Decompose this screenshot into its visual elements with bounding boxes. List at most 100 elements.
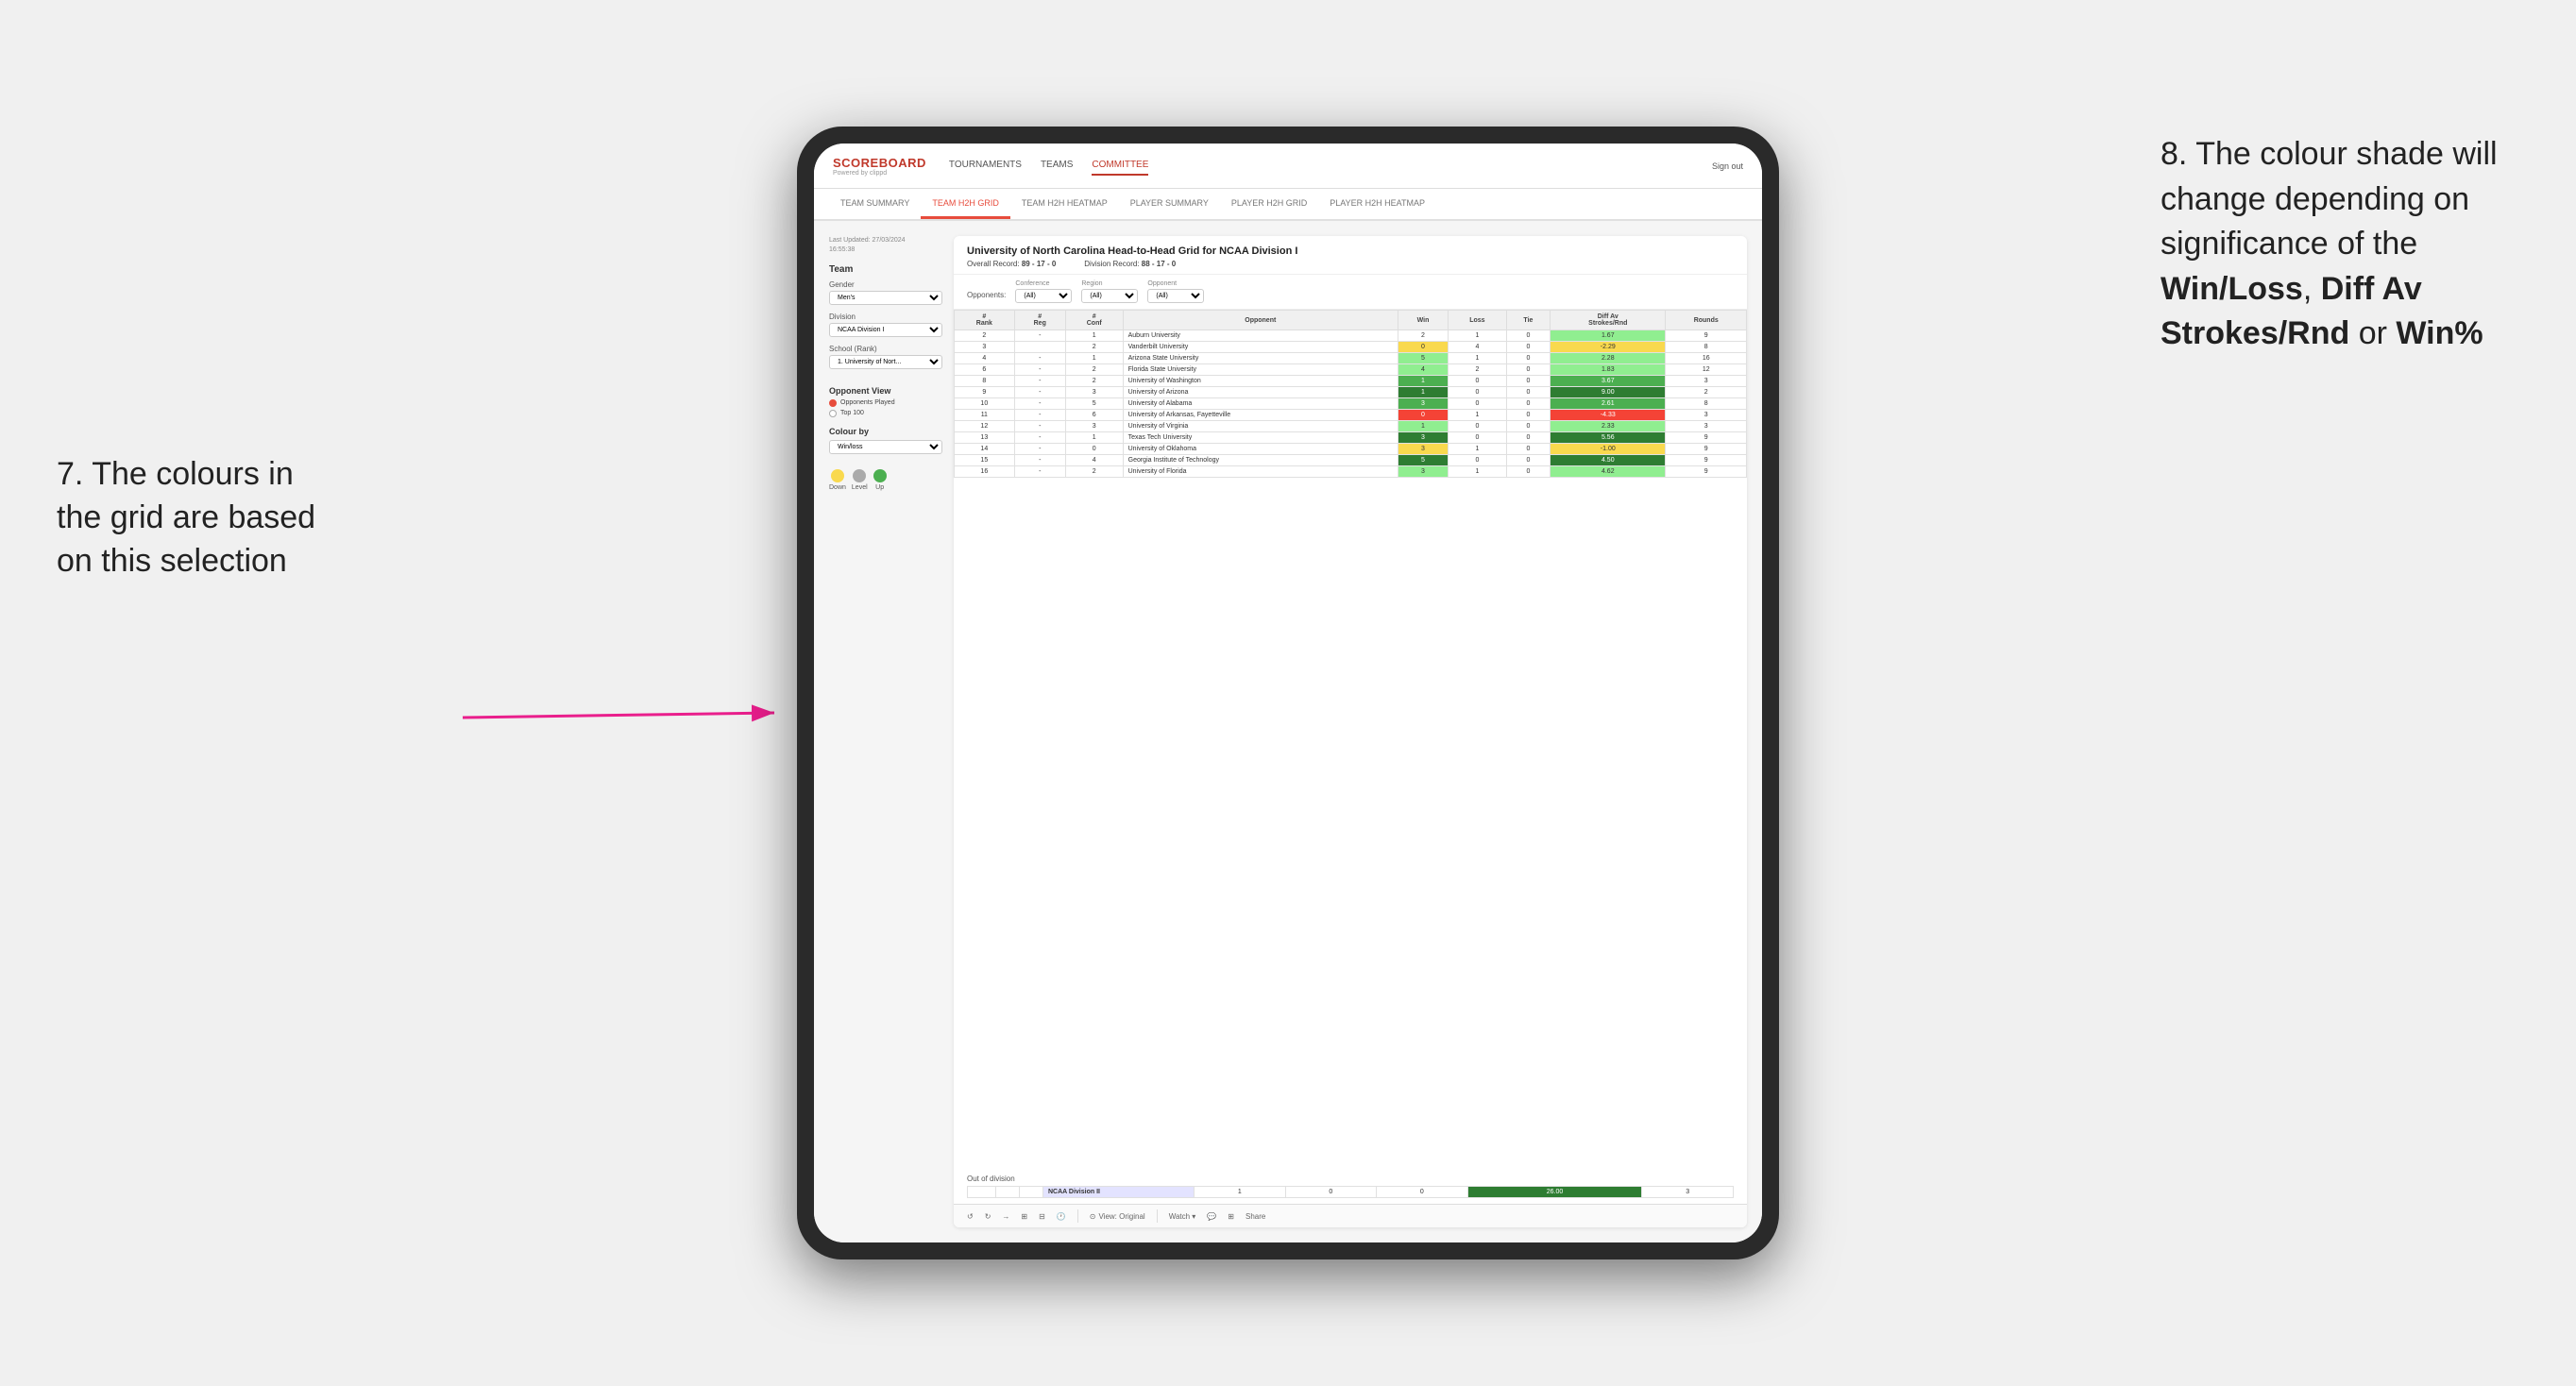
cell-win: 3 — [1398, 444, 1448, 455]
forward-button[interactable]: → — [1002, 1212, 1009, 1221]
comment-button[interactable]: 💬 — [1207, 1212, 1216, 1221]
cell-loss: 0 — [1449, 387, 1507, 398]
cell-reg: - — [1014, 444, 1065, 455]
od-rounds: 3 — [1642, 1187, 1734, 1198]
school-select[interactable]: 1. University of Nort... — [829, 355, 942, 369]
cell-rounds: 2 — [1666, 387, 1747, 398]
filter-conference-select[interactable]: (All) — [1015, 289, 1072, 303]
filter-region-label: Region — [1081, 280, 1138, 287]
cell-win: 5 — [1398, 353, 1448, 364]
cell-opponent: University of Oklahoma — [1123, 444, 1398, 455]
cell-rank: 2 — [955, 330, 1015, 342]
cell-win: 1 — [1398, 421, 1448, 432]
table-header-row: #Rank #Reg #Conf Opponent Win Loss Tie D… — [955, 311, 1747, 330]
cell-reg: - — [1014, 387, 1065, 398]
cell-conf: 3 — [1065, 387, 1123, 398]
logo-area: SCOREBOARD Powered by clippd — [833, 156, 926, 177]
cell-diff: 2.61 — [1551, 398, 1666, 410]
cell-diff: 2.33 — [1551, 421, 1666, 432]
cell-rounds: 8 — [1666, 398, 1747, 410]
cell-opponent: Auburn University — [1123, 330, 1398, 342]
cell-opponent: University of Washington — [1123, 376, 1398, 387]
cell-tie: 0 — [1506, 410, 1550, 421]
cell-tie: 0 — [1506, 387, 1550, 398]
sub-nav-player-h2h-heatmap[interactable]: PLAYER H2H HEATMAP — [1318, 189, 1436, 219]
cell-conf: 1 — [1065, 353, 1123, 364]
present-button[interactable]: ⊞ — [1228, 1212, 1234, 1221]
nav-item-teams[interactable]: TEAMS — [1041, 156, 1073, 176]
cell-win: 0 — [1398, 342, 1448, 353]
nav-item-committee[interactable]: COMMITTEE — [1092, 156, 1148, 176]
cell-rounds: 9 — [1666, 466, 1747, 478]
colour-by-select[interactable]: Win/loss — [829, 440, 942, 454]
cell-reg: - — [1014, 330, 1065, 342]
nav-item-tournaments[interactable]: TOURNAMENTS — [949, 156, 1022, 176]
cell-opponent: Georgia Institute of Technology — [1123, 455, 1398, 466]
gender-select[interactable]: Men's — [829, 291, 942, 305]
fit-button[interactable]: ⊟ — [1039, 1212, 1045, 1221]
filter-opponent-select[interactable]: (All) — [1147, 289, 1204, 303]
radio-dot-selected — [829, 399, 837, 407]
cell-win: 3 — [1398, 466, 1448, 478]
zoom-button[interactable]: ⊞ — [1021, 1212, 1027, 1221]
od-loss: 0 — [1285, 1187, 1377, 1198]
table-row: 14 - 0 University of Oklahoma 3 1 0 -1.0… — [955, 444, 1747, 455]
sub-nav-team-summary[interactable]: TEAM SUMMARY — [829, 189, 921, 219]
cell-conf: 0 — [1065, 444, 1123, 455]
cell-rank: 13 — [955, 432, 1015, 444]
cell-tie: 0 — [1506, 376, 1550, 387]
sidebar: Last Updated: 27/03/2024 16:55:38 Team G… — [829, 236, 942, 1227]
cell-rank: 4 — [955, 353, 1015, 364]
cell-opponent: University of Virginia — [1123, 421, 1398, 432]
sub-nav-team-h2h-grid[interactable]: TEAM H2H GRID — [921, 189, 1010, 219]
table-body: 2 - 1 Auburn University 2 1 0 1.67 9 3 2… — [955, 330, 1747, 478]
bottom-toolbar: ↺ ↻ → ⊞ ⊟ 🕐 ⊙ View: Original Watch ▾ 💬 ⊞ — [954, 1204, 1747, 1227]
share-button[interactable]: Share — [1246, 1212, 1265, 1221]
opponent-view-title: Opponent View — [829, 386, 942, 396]
cell-diff: -1.00 — [1551, 444, 1666, 455]
cell-diff: 4.62 — [1551, 466, 1666, 478]
cell-opponent: Vanderbilt University — [1123, 342, 1398, 353]
cell-loss: 0 — [1449, 432, 1507, 444]
grid-header: University of North Carolina Head-to-Hea… — [954, 236, 1747, 275]
sub-nav-player-h2h-grid[interactable]: PLAYER H2H GRID — [1220, 189, 1318, 219]
clock-button[interactable]: 🕐 — [1057, 1212, 1066, 1221]
filter-region-select[interactable]: (All) — [1081, 289, 1138, 303]
col-opponent: Opponent — [1123, 311, 1398, 330]
watch-button[interactable]: Watch ▾ — [1169, 1212, 1196, 1221]
redo-button[interactable]: ↻ — [985, 1212, 991, 1221]
cell-loss: 0 — [1449, 421, 1507, 432]
cell-tie: 0 — [1506, 444, 1550, 455]
cell-tie: 0 — [1506, 364, 1550, 376]
cell-conf: 6 — [1065, 410, 1123, 421]
od-win: 1 — [1195, 1187, 1286, 1198]
cell-win: 2 — [1398, 330, 1448, 342]
sub-nav-team-h2h-heatmap[interactable]: TEAM H2H HEATMAP — [1010, 189, 1119, 219]
cell-reg: - — [1014, 432, 1065, 444]
grid-title: University of North Carolina Head-to-Hea… — [967, 245, 1734, 257]
cell-win: 0 — [1398, 410, 1448, 421]
cell-loss: 4 — [1449, 342, 1507, 353]
cell-tie: 0 — [1506, 342, 1550, 353]
col-rounds: Rounds — [1666, 311, 1747, 330]
sign-out-button[interactable]: Sign out — [1712, 161, 1743, 171]
cell-tie: 0 — [1506, 421, 1550, 432]
col-rank: #Rank — [955, 311, 1015, 330]
cell-rounds: 12 — [1666, 364, 1747, 376]
cell-loss: 1 — [1449, 353, 1507, 364]
view-original-button[interactable]: ⊙ View: Original — [1090, 1212, 1145, 1221]
annotation-left: 7. The colours in the grid are based on … — [57, 453, 321, 583]
division-select[interactable]: NCAA Division I — [829, 323, 942, 337]
radio-opponents-played[interactable]: Opponents Played — [829, 399, 942, 407]
legend-level: Level — [852, 469, 868, 491]
gender-label: Gender — [829, 280, 942, 289]
undo-button[interactable]: ↺ — [967, 1212, 974, 1221]
radio-top-100[interactable]: Top 100 — [829, 410, 942, 417]
toolbar-separator-1 — [1077, 1209, 1078, 1223]
col-reg: #Reg — [1014, 311, 1065, 330]
overall-record: Overall Record: 89 - 17 - 0 — [967, 260, 1056, 268]
cell-diff: 9.00 — [1551, 387, 1666, 398]
sub-nav-player-summary[interactable]: PLAYER SUMMARY — [1119, 189, 1220, 219]
col-conf: #Conf — [1065, 311, 1123, 330]
cell-conf: 4 — [1065, 455, 1123, 466]
